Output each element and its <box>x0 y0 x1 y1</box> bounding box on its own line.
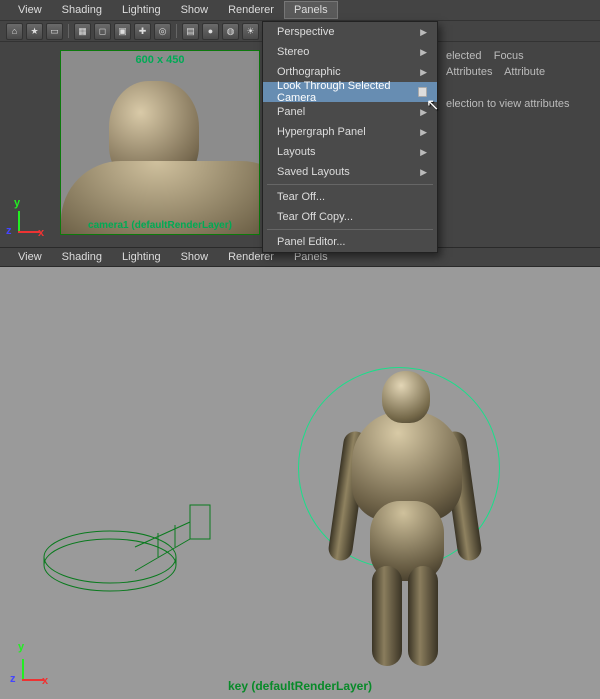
render-dimensions: 600 x 450 <box>136 54 185 66</box>
menu-item-look-through-selected-camera[interactable]: Look Through Selected Camera <box>263 82 437 102</box>
menu-shading[interactable]: Shading <box>52 248 112 266</box>
attr-text[interactable]: elected <box>446 50 481 62</box>
axis-z-icon: z <box>6 225 12 237</box>
menu-item-panel[interactable]: Panel▶ <box>263 102 437 122</box>
menu-lighting[interactable]: Lighting <box>112 1 171 19</box>
chevron-right-icon: ▶ <box>420 127 427 138</box>
attr-text[interactable]: Attributes <box>446 66 492 78</box>
menu-view[interactable]: View <box>8 248 52 266</box>
menu-item-saved-layouts[interactable]: Saved Layouts▶ <box>263 162 437 182</box>
film-gate-icon[interactable]: ◻ <box>94 23 111 40</box>
chevron-right-icon: ▶ <box>420 67 427 78</box>
cursor-icon: ↖ <box>426 95 439 115</box>
axis-z-icon: z <box>10 673 16 685</box>
chevron-right-icon: ▶ <box>420 27 427 38</box>
render-panel: 600 x 450 camera1 (defaultRenderLayer) y… <box>0 42 260 247</box>
axis-x-icon: x <box>42 675 48 687</box>
menu-item-tear-off-copy[interactable]: Tear Off Copy... <box>263 207 437 227</box>
perspective-viewport[interactable]: y x z key (defaultRenderLayer) <box>0 267 600 699</box>
spotlight-wireframe[interactable] <box>40 487 240 607</box>
field-chart-icon[interactable]: ✚ <box>134 23 151 40</box>
character-mesh[interactable] <box>322 371 482 671</box>
menu-item-tear-off[interactable]: Tear Off... <box>263 187 437 207</box>
bookmark-icon[interactable]: ★ <box>26 23 43 40</box>
chevron-right-icon: ▶ <box>420 167 427 178</box>
menu-separator <box>267 229 433 230</box>
menu-item-orthographic[interactable]: Orthographic▶ <box>263 62 437 82</box>
textured-icon[interactable]: ◍ <box>222 23 239 40</box>
toolbar-divider <box>176 24 177 38</box>
shaded-icon[interactable]: ● <box>202 23 219 40</box>
axis-x-icon: x <box>38 227 44 239</box>
menu-show[interactable]: Show <box>171 1 219 19</box>
menu-view[interactable]: View <box>8 1 52 19</box>
attr-hint: election to view attributes <box>446 98 570 110</box>
menu-separator <box>267 184 433 185</box>
select-camera-icon[interactable]: ⌂ <box>6 23 23 40</box>
chevron-right-icon: ▶ <box>420 147 427 158</box>
axis-y-icon: y <box>18 641 24 653</box>
menu-lighting[interactable]: Lighting <box>112 248 171 266</box>
viewport-camera-label: key (defaultRenderLayer) <box>228 679 372 693</box>
render-view[interactable]: 600 x 450 camera1 (defaultRenderLayer) <box>60 50 260 235</box>
menu-item-layouts[interactable]: Layouts▶ <box>263 142 437 162</box>
view-axis-gizmo: y x z <box>10 645 50 685</box>
attr-text[interactable]: Focus <box>494 50 524 62</box>
image-plane-icon[interactable]: ▭ <box>46 23 63 40</box>
chevron-right-icon: ▶ <box>420 47 427 58</box>
panels-dropdown: Perspective▶ Stereo▶ Orthographic▶ Look … <box>262 21 438 253</box>
safe-action-icon[interactable]: ◎ <box>154 23 171 40</box>
menu-renderer[interactable]: Renderer <box>218 1 284 19</box>
grid-icon[interactable]: ▦ <box>74 23 91 40</box>
lights-icon[interactable]: ☀ <box>242 23 259 40</box>
toolbar-divider <box>68 24 69 38</box>
panel1-menubar: View Shading Lighting Show Renderer Pane… <box>0 0 600 21</box>
menu-shading[interactable]: Shading <box>52 1 112 19</box>
menu-item-perspective[interactable]: Perspective▶ <box>263 22 437 42</box>
menu-item-stereo[interactable]: Stereo▶ <box>263 42 437 62</box>
menu-item-hypergraph-panel[interactable]: Hypergraph Panel▶ <box>263 122 437 142</box>
axis-y-icon: y <box>14 197 20 209</box>
menu-show[interactable]: Show <box>171 248 219 266</box>
menu-panels[interactable]: Panels <box>284 1 338 19</box>
view-axis-gizmo: y x z <box>6 201 42 237</box>
camera-label: camera1 (defaultRenderLayer) <box>88 220 232 231</box>
menu-item-panel-editor[interactable]: Panel Editor... <box>263 232 437 252</box>
resolution-gate-icon[interactable]: ▣ <box>114 23 131 40</box>
wireframe-icon[interactable]: ▤ <box>182 23 199 40</box>
attr-text: Attribute <box>504 66 545 78</box>
